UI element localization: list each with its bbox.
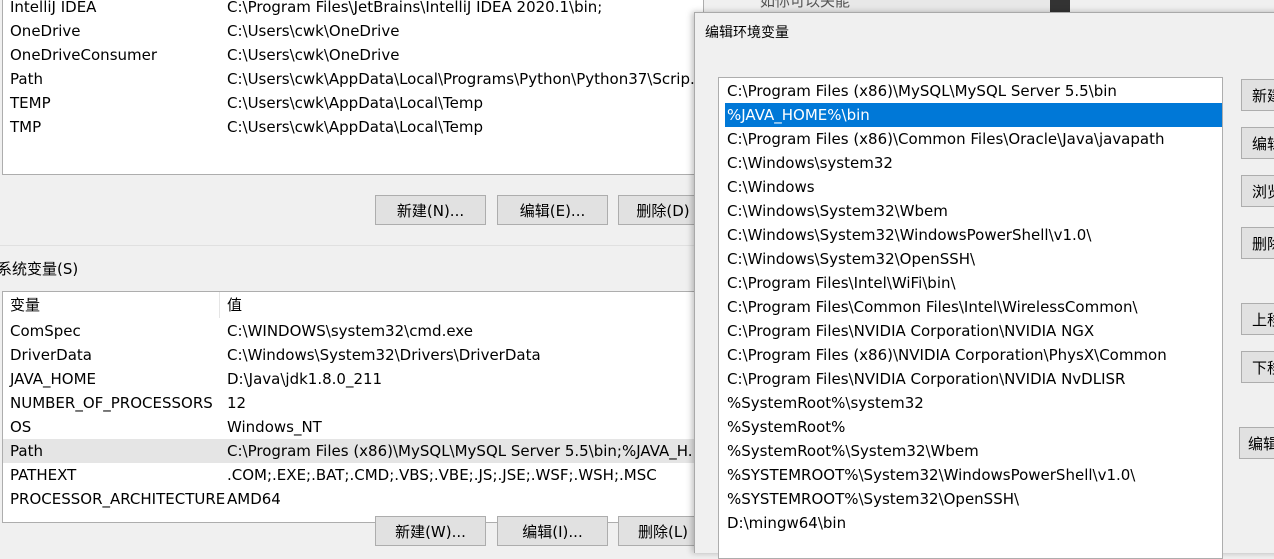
system-variable-row[interactable]: DriverData C:\Windows\System32\Drivers\Dr…: [3, 343, 703, 367]
variable-value: C:\Users\cwk\OneDrive: [227, 46, 400, 64]
variable-name: DriverData: [10, 346, 92, 364]
variable-name: NUMBER_OF_PROCESSORS: [10, 394, 213, 412]
column-header-variable[interactable]: 变量: [10, 292, 40, 318]
section-divider: [0, 245, 700, 246]
user-variable-row[interactable]: TEMP C:\Users\cwk\AppData\Local\Temp: [3, 91, 703, 115]
path-entry[interactable]: D:\mingw64\bin: [725, 511, 1222, 535]
user-new-button[interactable]: 新建(N)...: [375, 195, 486, 225]
system-variable-row[interactable]: ComSpec C:\WINDOWS\system32\cmd.exe: [3, 319, 703, 343]
variable-name: IntelliJ IDEA: [10, 0, 97, 16]
system-variables-label: 系统变量(S): [0, 260, 79, 278]
variable-value: C:\WINDOWS\system32\cmd.exe: [227, 322, 473, 340]
variable-value: C:\Program Files\JetBrains\IntelliJ IDEA…: [227, 0, 603, 16]
new-path-button[interactable]: 新建: [1241, 79, 1274, 111]
user-variable-row[interactable]: TMP C:\Users\cwk\AppData\Local\Temp: [3, 115, 703, 139]
user-variable-row[interactable]: OneDrive C:\Users\cwk\OneDrive: [3, 19, 703, 43]
path-entry[interactable]: C:\Program Files\Common Files\Intel\Wire…: [725, 295, 1222, 319]
path-entry[interactable]: %SystemRoot%\System32\Wbem: [725, 439, 1222, 463]
user-edit-button[interactable]: 编辑(E)...: [497, 195, 608, 225]
system-variable-row[interactable]: JAVA_HOME D:\Java\jdk1.8.0_211: [3, 367, 703, 391]
background-window-text: 如你可以关能: [760, 0, 851, 10]
path-entry[interactable]: %SystemRoot%: [725, 415, 1222, 439]
path-entry[interactable]: C:\Windows\system32: [725, 151, 1222, 175]
path-entry[interactable]: C:\Program Files (x86)\MySQL\MySQL Serve…: [725, 79, 1222, 103]
variable-name: OS: [10, 418, 32, 436]
background-scrollbar: [1050, 0, 1070, 12]
system-variable-row[interactable]: PATHEXT .COM;.EXE;.BAT;.CMD;.VBS;.VBE;.JS…: [3, 463, 703, 487]
user-variable-row[interactable]: OneDriveConsumer C:\Users\cwk\OneDrive: [3, 43, 703, 67]
path-entry[interactable]: C:\Program Files\NVIDIA Corporation\NVID…: [725, 319, 1222, 343]
variable-value: 12: [227, 394, 247, 412]
variable-value: C:\Program Files (x86)\MySQL\MySQL Serve…: [227, 442, 703, 460]
path-entry[interactable]: C:\Program Files\Intel\WiFi\bin\: [725, 271, 1222, 295]
system-variables-list[interactable]: 变量 值 ComSpec C:\WINDOWS\system32\cmd.exe D…: [2, 291, 704, 523]
move-up-button[interactable]: 上移: [1241, 303, 1274, 335]
path-entry[interactable]: C:\Program Files\NVIDIA Corporation\NVID…: [725, 367, 1222, 391]
system-list-header: 变量 值: [3, 292, 703, 318]
column-separator[interactable]: [219, 292, 220, 318]
variable-name: TMP: [10, 118, 42, 136]
variable-name: JAVA_HOME: [10, 370, 97, 388]
edit-path-button[interactable]: 编辑: [1241, 127, 1274, 159]
edit-environment-variable-dialog: 编辑环境变量 C:\Program Files (x86)\MySQL\MySQ…: [694, 12, 1274, 559]
path-entry[interactable]: C:\Program Files (x86)\NVIDIA Corporatio…: [725, 343, 1222, 367]
variable-name: Path: [10, 442, 43, 460]
path-entry[interactable]: C:\Windows\System32\Wbem: [725, 199, 1222, 223]
variable-value: C:\Windows\System32\Drivers\DriverData: [227, 346, 541, 364]
variable-value: C:\Users\cwk\AppData\Local\Temp: [227, 94, 483, 112]
user-variable-row[interactable]: Path C:\Users\cwk\AppData\Local\Programs\…: [3, 67, 703, 91]
path-entry[interactable]: C:\Windows\System32\OpenSSH\: [725, 247, 1222, 271]
path-entry[interactable]: %SystemRoot%\system32: [725, 391, 1222, 415]
variable-value: C:\Users\cwk\AppData\Local\Temp: [227, 118, 483, 136]
user-variable-row[interactable]: IntelliJ IDEA C:\Program Files\JetBrains\…: [3, 0, 703, 19]
variable-name: TEMP: [10, 94, 51, 112]
variable-value: C:\Users\cwk\AppData\Local\Programs\Pyth…: [227, 70, 704, 88]
path-entry[interactable]: C:\Program Files (x86)\Common Files\Orac…: [725, 127, 1222, 151]
system-variable-row[interactable]: Path C:\Program Files (x86)\MySQL\MySQL S…: [3, 439, 703, 463]
path-entry[interactable]: %SYSTEMROOT%\System32\OpenSSH\: [725, 487, 1222, 511]
path-entries-list[interactable]: C:\Program Files (x86)\MySQL\MySQL Serve…: [718, 77, 1223, 559]
variable-name: PROCESSOR_ARCHITECTURE: [10, 490, 226, 508]
environment-variables-dialog: IntelliJ IDEA C:\Program Files\JetBrains\…: [0, 0, 708, 546]
system-variable-row[interactable]: OS Windows_NT: [3, 415, 703, 439]
variable-value: Windows_NT: [227, 418, 322, 436]
move-down-button[interactable]: 下移: [1241, 351, 1274, 383]
path-entry[interactable]: %JAVA_HOME%\bin: [725, 103, 1222, 127]
column-header-value[interactable]: 值: [227, 292, 703, 318]
variable-value: .COM;.EXE;.BAT;.CMD;.VBS;.VBE;.JS;.JSE;.…: [227, 466, 657, 484]
system-new-button[interactable]: 新建(W)...: [375, 516, 486, 546]
browse-button[interactable]: 浏览: [1241, 175, 1274, 207]
variable-value: C:\Users\cwk\OneDrive: [227, 22, 400, 40]
user-variables-list[interactable]: IntelliJ IDEA C:\Program Files\JetBrains\…: [2, 0, 704, 175]
variable-name: Path: [10, 70, 43, 88]
system-edit-button[interactable]: 编辑(I)...: [497, 516, 608, 546]
variable-value: D:\Java\jdk1.8.0_211: [227, 370, 383, 388]
background-window-fragment: 如你可以关能: [760, 0, 1050, 12]
path-entry[interactable]: %SYSTEMROOT%\System32\WindowsPowerShell\…: [725, 463, 1222, 487]
variable-value: AMD64: [227, 490, 281, 508]
path-entry[interactable]: C:\Windows: [725, 175, 1222, 199]
dialog-title: 编辑环境变量: [705, 25, 789, 41]
path-entry[interactable]: C:\Windows\System32\WindowsPowerShell\v1…: [725, 223, 1222, 247]
variable-name: ComSpec: [10, 322, 81, 340]
variable-name: OneDrive: [10, 22, 81, 40]
system-variable-row[interactable]: PROCESSOR_ARCHITECTURE AMD64: [3, 487, 703, 511]
variable-name: OneDriveConsumer: [10, 46, 158, 64]
edit-text-button[interactable]: 编辑文本: [1239, 427, 1274, 459]
delete-path-button[interactable]: 删除: [1241, 227, 1274, 259]
variable-name: PATHEXT: [10, 466, 77, 484]
system-variable-row[interactable]: NUMBER_OF_PROCESSORS 12: [3, 391, 703, 415]
